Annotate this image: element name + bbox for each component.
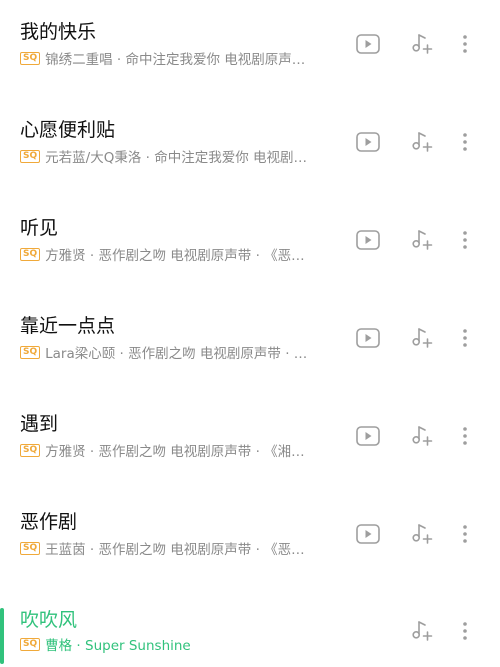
song-meta: 方雅贤 · 恶作剧之吻 电视剧原声带 · 《恶… <box>45 248 305 264</box>
song-row[interactable]: 恶作剧 SQ 王蓝茵 · 恶作剧之吻 电视剧原声带 · 《恶… <box>0 510 500 608</box>
song-subtitle: SQ 王蓝茵 · 恶作剧之吻 电视剧原声带 · 《恶… <box>20 538 350 558</box>
song-title: 吹吹风 <box>20 609 78 631</box>
song-subtitle: SQ 锦绣二重唱 · 命中注定我爱你 电视剧原声… <box>20 48 350 68</box>
song-subtitle: SQ 方雅贤 · 恶作剧之吻 电视剧原声带 · 《恶… <box>20 244 350 264</box>
song-meta: Lara梁心颐 · 恶作剧之吻 电视剧原声带 · … <box>45 346 308 362</box>
add-to-playlist-icon[interactable] <box>407 323 437 353</box>
sq-badge: SQ <box>20 637 41 651</box>
more-vertical-icon[interactable] <box>450 519 480 549</box>
song-title: 遇到 <box>20 413 59 435</box>
song-subtitle: SQ 方雅贤 · 恶作剧之吻 电视剧原声带 · 《湘… <box>20 440 350 460</box>
sq-badge: SQ <box>20 247 41 261</box>
song-meta: 元若蓝/大Q秉洛 · 命中注定我爱你 电视剧… <box>45 150 307 166</box>
add-to-playlist-icon[interactable] <box>407 616 437 646</box>
sq-badge: SQ <box>20 51 41 65</box>
song-title: 心愿便利贴 <box>20 119 116 141</box>
sq-badge: SQ <box>20 541 41 555</box>
song-subtitle: SQ 曹格 · Super Sunshine <box>20 634 350 654</box>
song-meta: 锦绣二重唱 · 命中注定我爱你 电视剧原声… <box>45 52 306 68</box>
video-play-icon[interactable] <box>353 323 383 353</box>
more-vertical-icon[interactable] <box>450 29 480 59</box>
now-playing-indicator <box>0 608 4 664</box>
song-meta: 王蓝茵 · 恶作剧之吻 电视剧原声带 · 《恶… <box>45 542 305 558</box>
add-to-playlist-icon[interactable] <box>407 127 437 157</box>
video-play-icon[interactable] <box>353 29 383 59</box>
video-play-icon[interactable] <box>353 225 383 255</box>
song-row[interactable]: 我的快乐 SQ 锦绣二重唱 · 命中注定我爱你 电视剧原声… <box>0 20 500 118</box>
add-to-playlist-icon[interactable] <box>407 421 437 451</box>
song-title: 恶作剧 <box>20 511 78 533</box>
add-to-playlist-icon[interactable] <box>407 29 437 59</box>
song-meta: 曹格 · Super Sunshine <box>45 638 191 654</box>
song-row[interactable]: 遇到 SQ 方雅贤 · 恶作剧之吻 电视剧原声带 · 《湘… <box>0 412 500 510</box>
video-play-icon[interactable] <box>353 127 383 157</box>
song-title: 靠近一点点 <box>20 315 116 337</box>
song-title: 听见 <box>20 217 59 239</box>
song-row-now-playing[interactable]: 吹吹风 SQ 曹格 · Super Sunshine <box>0 606 500 667</box>
sq-badge: SQ <box>20 149 41 163</box>
add-to-playlist-icon[interactable] <box>407 519 437 549</box>
more-vertical-icon[interactable] <box>450 616 480 646</box>
more-vertical-icon[interactable] <box>450 421 480 451</box>
song-subtitle: SQ 元若蓝/大Q秉洛 · 命中注定我爱你 电视剧… <box>20 146 350 166</box>
song-row[interactable]: 心愿便利贴 SQ 元若蓝/大Q秉洛 · 命中注定我爱你 电视剧… <box>0 118 500 216</box>
song-list: 我的快乐 SQ 锦绣二重唱 · 命中注定我爱你 电视剧原声… 心愿便利贴 SQ … <box>0 0 500 667</box>
video-play-icon[interactable] <box>353 519 383 549</box>
sq-badge: SQ <box>20 443 41 457</box>
song-row[interactable]: 靠近一点点 SQ Lara梁心颐 · 恶作剧之吻 电视剧原声带 · … <box>0 314 500 412</box>
song-subtitle: SQ Lara梁心颐 · 恶作剧之吻 电视剧原声带 · … <box>20 342 350 362</box>
more-vertical-icon[interactable] <box>450 323 480 353</box>
song-row[interactable]: 听见 SQ 方雅贤 · 恶作剧之吻 电视剧原声带 · 《恶… <box>0 216 500 314</box>
song-meta: 方雅贤 · 恶作剧之吻 电视剧原声带 · 《湘… <box>45 444 305 460</box>
more-vertical-icon[interactable] <box>450 225 480 255</box>
more-vertical-icon[interactable] <box>450 127 480 157</box>
video-play-icon[interactable] <box>353 421 383 451</box>
song-title: 我的快乐 <box>20 21 97 43</box>
add-to-playlist-icon[interactable] <box>407 225 437 255</box>
sq-badge: SQ <box>20 345 41 359</box>
